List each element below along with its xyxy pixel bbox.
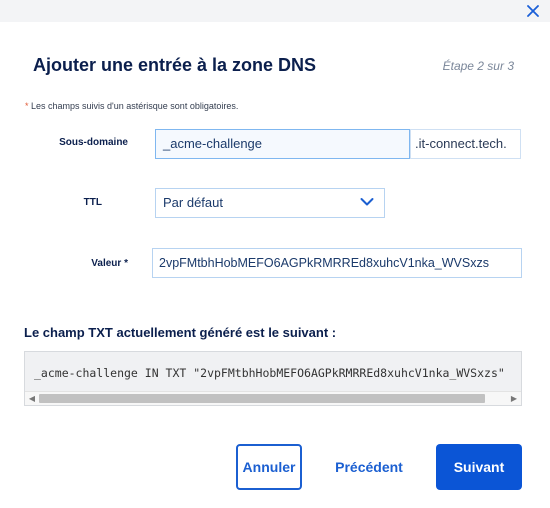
subdomain-label: Sous-domaine	[59, 137, 128, 148]
next-button[interactable]: Suivant	[436, 444, 522, 490]
step-indicator: Étape 2 sur 3	[442, 59, 514, 73]
ttl-selected-value: Par défaut	[163, 195, 223, 210]
txt-preview-heading: Le champ TXT actuellement généré est le …	[24, 325, 337, 340]
dialog-title: Ajouter une entrée à la zone DNS	[33, 55, 317, 75]
horizontal-scrollbar[interactable]: ◀ ▶	[25, 391, 521, 405]
cancel-button[interactable]: Annuler	[236, 444, 302, 490]
txt-preview-box: _acme-challenge IN TXT "2vpFMtbhHobMEFO6…	[24, 351, 522, 406]
ttl-select[interactable]: Par défaut	[155, 188, 385, 218]
value-input[interactable]: 2vpFMtbhHobMEFO6AGPkRMRREd8xuhcV1nka_WVS…	[152, 248, 522, 278]
dialog-header-bar	[0, 0, 550, 22]
domain-suffix: .it-connect.tech.	[410, 129, 521, 159]
required-note-text: Les champs suivis d'un astérisque sont o…	[28, 101, 239, 111]
arrow-right-icon[interactable]: ▶	[509, 394, 519, 404]
txt-preview-code: _acme-challenge IN TXT "2vpFMtbhHobMEFO6…	[34, 366, 505, 380]
value-required-mark: *	[124, 258, 128, 269]
close-button[interactable]	[524, 2, 542, 20]
required-fields-note: * Les champs suivis d'un astérisque sont…	[25, 101, 238, 111]
value-label: Valeur *	[40, 258, 128, 269]
chevron-down-icon	[360, 198, 374, 206]
value-label-text: Valeur	[91, 258, 122, 269]
scrollbar-thumb[interactable]	[39, 394, 485, 403]
ttl-label: TTL	[83, 197, 102, 208]
close-icon	[527, 5, 539, 17]
subdomain-input[interactable]: _acme-challenge	[155, 129, 410, 159]
arrow-left-icon[interactable]: ◀	[27, 394, 37, 404]
previous-button[interactable]: Précédent	[326, 452, 412, 482]
